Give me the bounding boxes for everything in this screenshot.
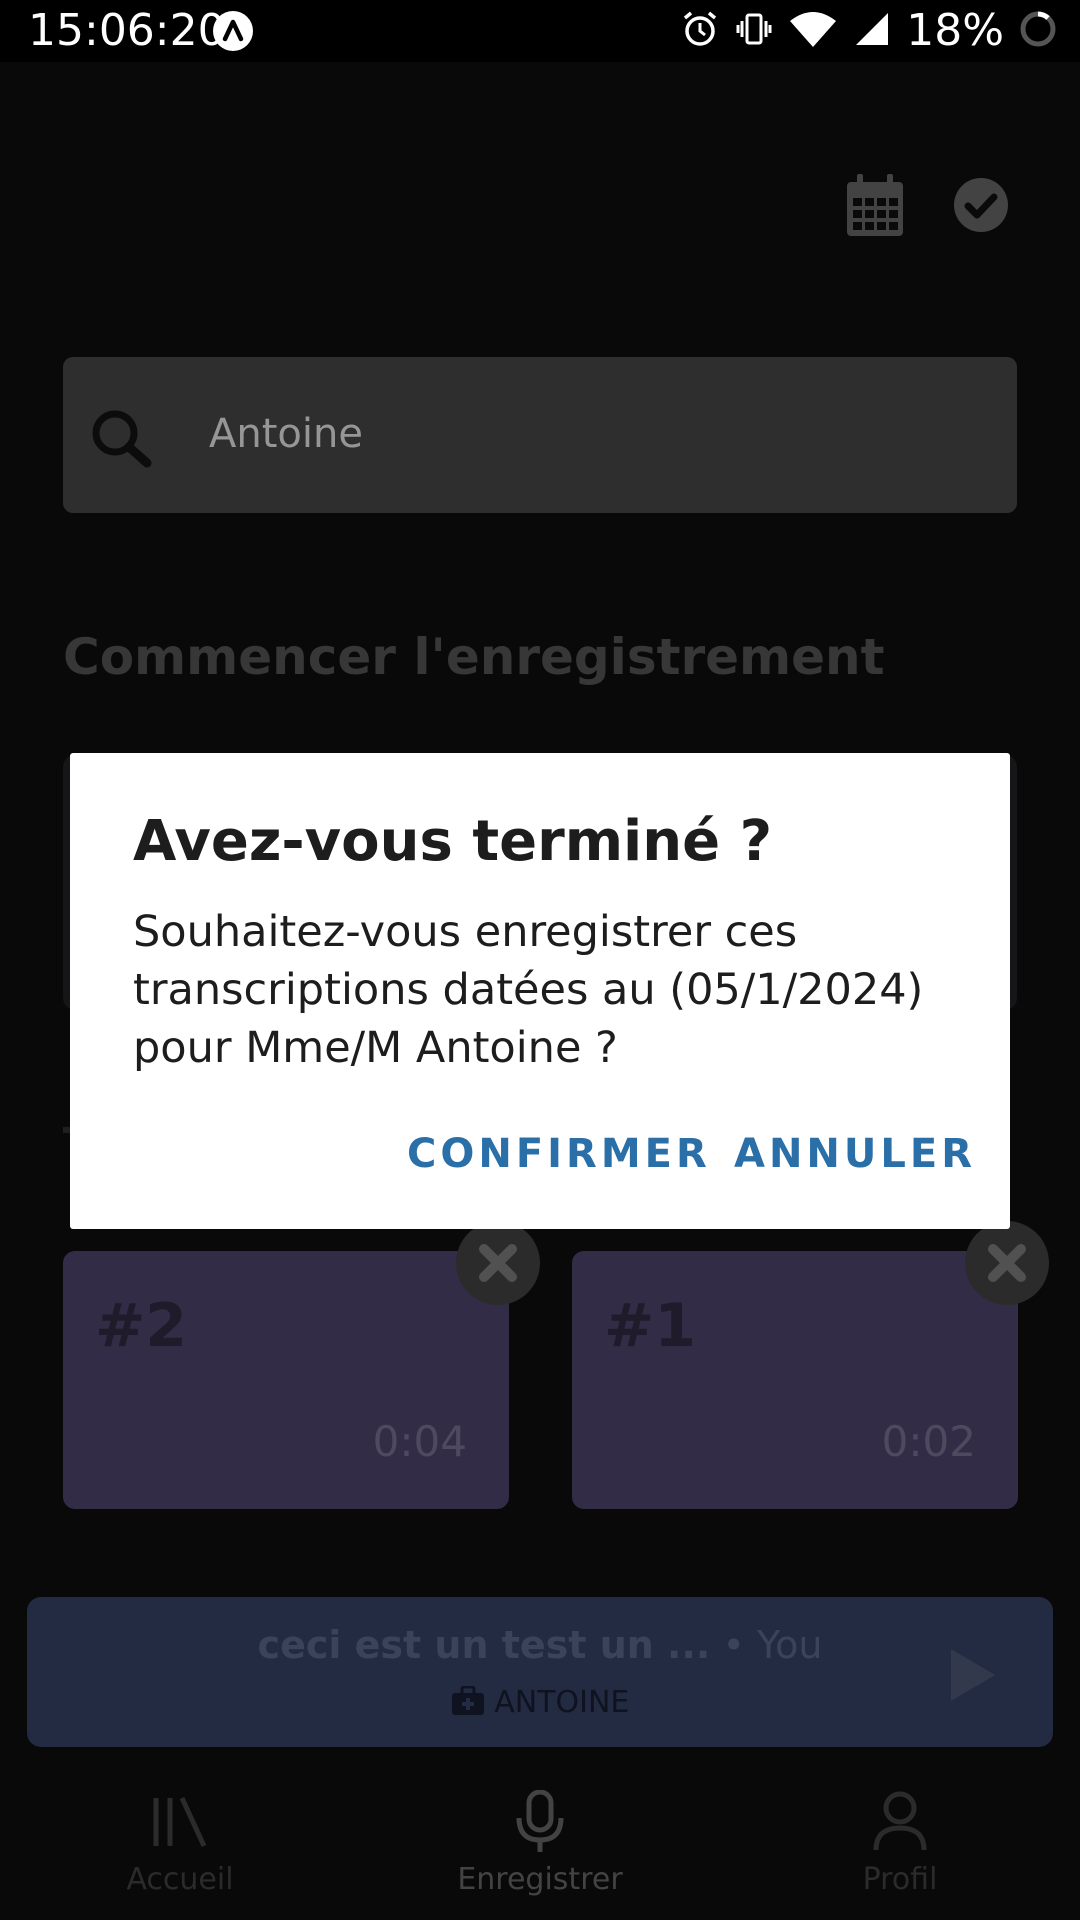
confirm-dialog: Avez-vous terminé ? Souhaitez-vous enreg… — [70, 753, 1010, 1229]
dialog-message: Souhaitez-vous enregistrer ces transcrip… — [133, 907, 924, 1073]
status-bar: 15:06:20 18% — [0, 0, 1080, 62]
cancel-button[interactable]: ANNULER — [734, 1131, 976, 1177]
vibrate-icon — [734, 9, 774, 53]
app-notification-icon — [213, 11, 253, 51]
confirm-button[interactable]: CONFIRMER — [407, 1131, 711, 1177]
signal-icon — [852, 9, 892, 53]
wifi-icon — [788, 9, 838, 53]
battery-icon — [1018, 9, 1058, 53]
alarm-icon — [680, 9, 720, 53]
dialog-title: Avez-vous terminé ? — [133, 809, 773, 874]
status-time: 15:06:20 — [28, 5, 226, 56]
battery-percent: 18% — [906, 5, 1004, 56]
